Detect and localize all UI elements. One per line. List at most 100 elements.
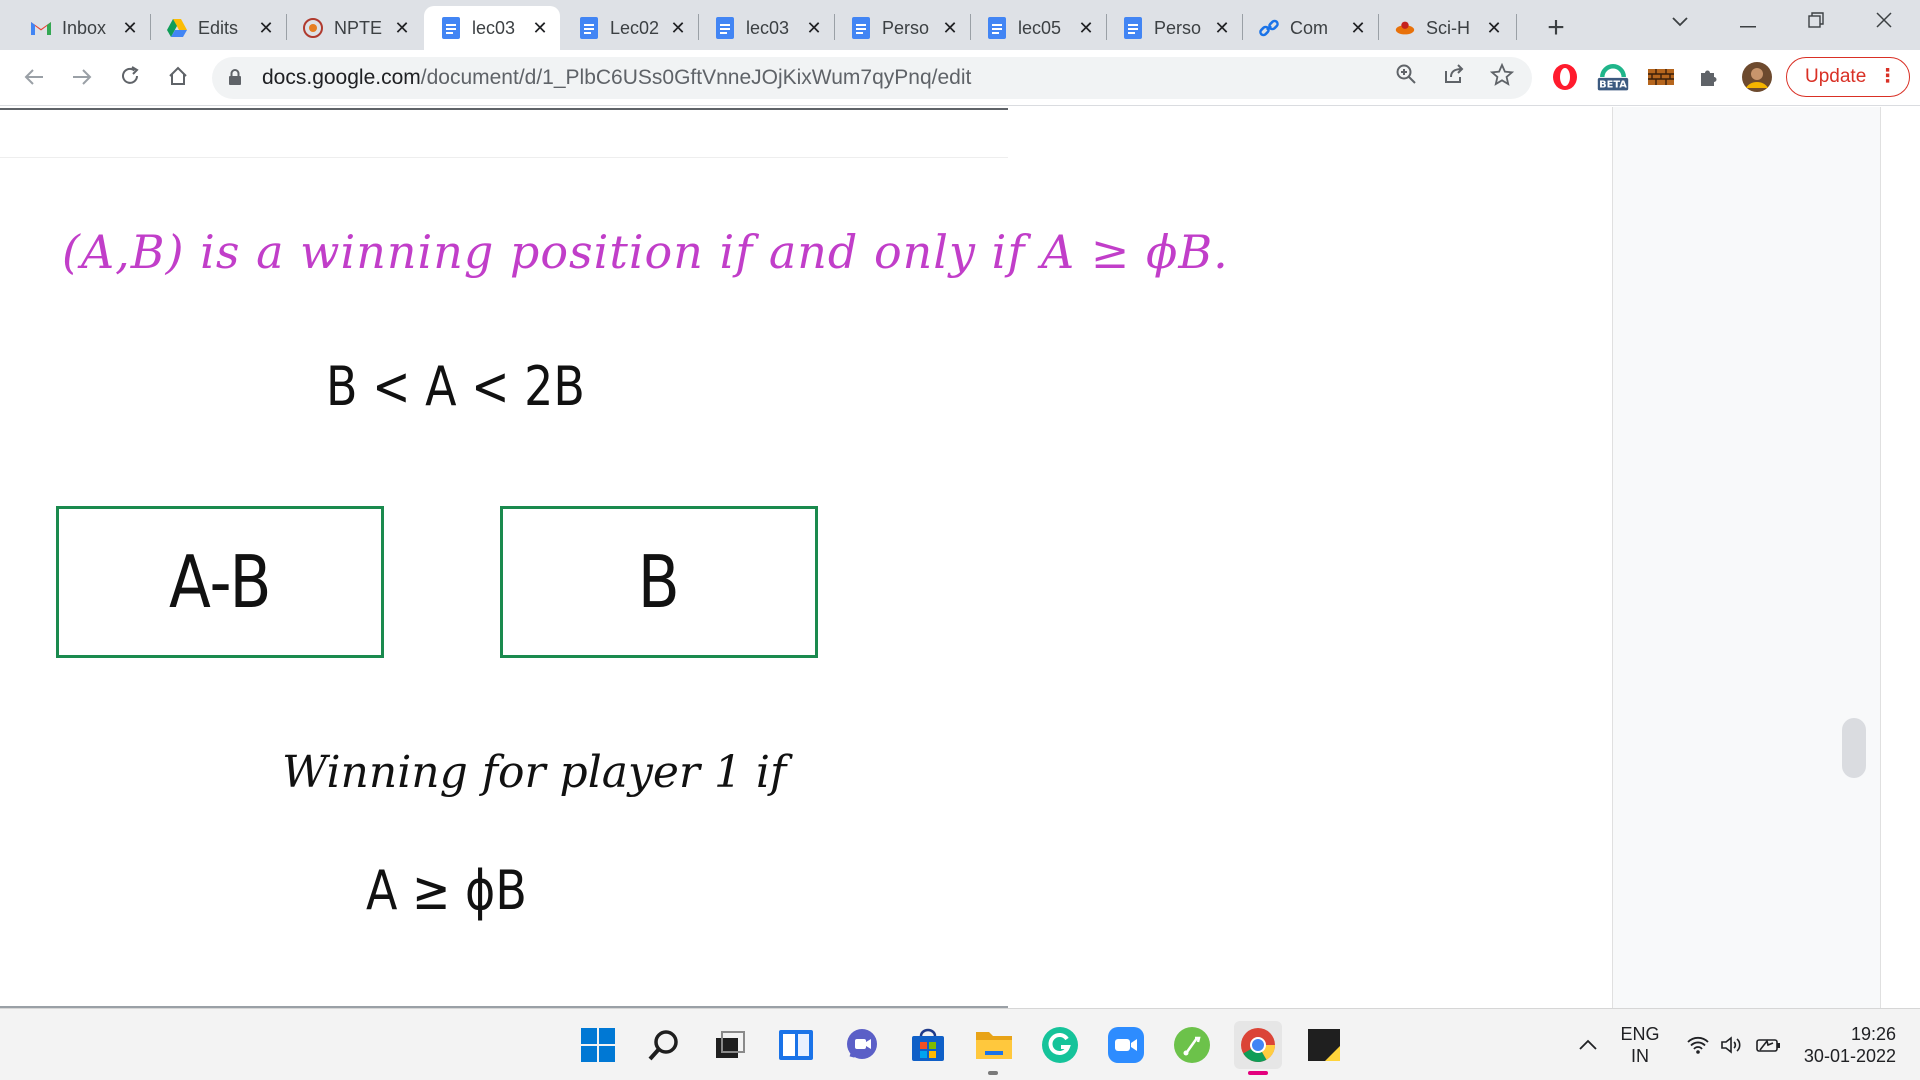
close-icon	[1876, 12, 1892, 28]
tab-lec03-active[interactable]: lec03 ✕	[424, 6, 560, 50]
winning-condition: A ≥ ϕB	[366, 859, 527, 922]
tab-npte[interactable]: NPTE ✕	[286, 6, 422, 50]
reload-icon	[122, 66, 139, 84]
box-label-a-minus-b: A-B	[168, 540, 272, 624]
tab-title: Com	[1290, 17, 1329, 38]
forward-button[interactable]	[62, 58, 102, 98]
reload-button[interactable]	[110, 58, 150, 98]
lock-icon	[229, 69, 241, 85]
pile-box-b: B	[500, 506, 818, 658]
windows-taskbar: ENG IN 19:26 30-01-2022	[0, 1008, 1920, 1080]
zoom-icon[interactable]	[1106, 1025, 1146, 1065]
tab-com[interactable]: Com ✕	[1242, 6, 1378, 50]
task-view-icon[interactable]	[710, 1025, 750, 1065]
address-bar[interactable]: docs.google.com/document/d/1_PlbC6USs0Gf…	[212, 57, 1532, 99]
close-icon[interactable]: ✕	[1076, 18, 1096, 39]
restore-button[interactable]	[1782, 0, 1850, 44]
extensions-button[interactable]	[1692, 60, 1726, 94]
search-icon[interactable]	[644, 1025, 684, 1065]
url-text[interactable]: docs.google.com/document/d/1_PlbC6USs0Gf…	[262, 57, 971, 99]
scrollbar-thumb[interactable]	[1842, 718, 1866, 778]
new-tab-button[interactable]: +	[1536, 8, 1576, 48]
theorem-statement: (A,B) is a winning position if and only …	[62, 225, 1229, 279]
document-canvas[interactable]: (A,B) is a winning position if and only …	[0, 107, 1612, 1008]
tab-title: lec05	[1018, 17, 1062, 38]
widgets-icon[interactable]	[776, 1025, 816, 1065]
volume-icon[interactable]	[1716, 1009, 1748, 1080]
show-hidden-icons-button[interactable]	[1574, 1009, 1602, 1080]
puzzle-icon	[1701, 70, 1717, 86]
bookmark-star-button[interactable]	[1486, 62, 1518, 93]
google-docs-icon	[714, 17, 736, 39]
inequality-text: B < A < 2B	[326, 355, 585, 418]
nptel-icon	[302, 17, 324, 39]
share-icon	[1445, 64, 1464, 83]
minimize-button[interactable]	[1714, 0, 1782, 44]
tab-inbox[interactable]: Inbox ✕	[14, 6, 150, 50]
close-icon[interactable]: ✕	[120, 18, 140, 39]
tab-title: Sci-H	[1426, 17, 1470, 38]
zoom-button[interactable]	[1390, 63, 1422, 93]
beta-extension-icon: BETA	[1597, 64, 1629, 91]
close-icon[interactable]: ✕	[1484, 18, 1504, 39]
scrollbar-track[interactable]	[1880, 107, 1920, 1008]
close-icon[interactable]: ✕	[392, 18, 412, 39]
close-icon[interactable]: ✕	[1212, 18, 1232, 39]
close-icon[interactable]: ✕	[940, 18, 960, 39]
language-indicator[interactable]: ENG IN	[1618, 1023, 1662, 1067]
tab-perso[interactable]: Perso ✕	[834, 6, 970, 50]
url-path: /document/d/1_PlbC6USs0GftVnneJOjKixWum7…	[420, 66, 972, 89]
zoom-icon	[1396, 64, 1416, 84]
brick-extension-button[interactable]	[1644, 60, 1678, 94]
teams-chat-icon[interactable]	[842, 1025, 882, 1065]
microsoft-store-icon[interactable]	[908, 1025, 948, 1065]
sticky-notes-icon[interactable]	[1304, 1025, 1344, 1065]
beta-extension-button[interactable]: BETA	[1596, 60, 1630, 94]
back-button[interactable]	[14, 58, 54, 98]
tab-search-button[interactable]	[1646, 0, 1714, 44]
tab-sci-hub[interactable]: Sci-H ✕	[1378, 6, 1514, 50]
file-explorer-icon[interactable]	[974, 1025, 1014, 1065]
pile-box-a-minus-b: A-B	[56, 506, 384, 658]
system-clock[interactable]: 19:26 30-01-2022	[1796, 1023, 1896, 1067]
home-icon	[169, 66, 187, 85]
tab-perso-b[interactable]: Perso ✕	[1106, 6, 1242, 50]
opera-extension-button[interactable]	[1548, 60, 1582, 94]
update-button[interactable]: Update ⋮	[1786, 57, 1910, 97]
running-indicator	[988, 1071, 998, 1075]
close-window-button[interactable]	[1850, 0, 1918, 44]
home-button[interactable]	[158, 58, 198, 98]
box-label-b: B	[638, 540, 680, 624]
close-icon[interactable]: ✕	[530, 18, 550, 39]
close-icon[interactable]: ✕	[1348, 18, 1368, 39]
tab-separator	[1516, 14, 1517, 40]
tab-title: Lec02	[610, 17, 660, 38]
link-icon	[1258, 17, 1280, 39]
wifi-icon[interactable]	[1682, 1009, 1714, 1080]
close-icon[interactable]: ✕	[668, 18, 688, 39]
close-icon[interactable]: ✕	[804, 18, 824, 39]
tab-strip: Inbox ✕ Edits ✕ NPTE ✕ lec03 ✕ Lec02 ✕ l…	[0, 0, 1920, 50]
grammarly-icon[interactable]	[1040, 1025, 1080, 1065]
windows-start-icon[interactable]	[578, 1025, 618, 1065]
tab-lec05[interactable]: lec05 ✕	[970, 6, 1106, 50]
profile-avatar-button[interactable]	[1740, 60, 1774, 94]
google-docs-icon	[986, 17, 1008, 39]
google-drive-icon	[166, 17, 188, 39]
tab-edits[interactable]: Edits ✕	[150, 6, 286, 50]
tab-title: Edits	[198, 17, 239, 38]
clock-time: 19:26	[1850, 1024, 1896, 1044]
feedly-icon[interactable]	[1172, 1025, 1212, 1065]
close-icon[interactable]: ✕	[256, 18, 276, 39]
chrome-icon[interactable]	[1234, 1021, 1282, 1069]
battery-icon[interactable]	[1750, 1009, 1784, 1080]
share-button[interactable]	[1438, 63, 1470, 93]
tab-lec02[interactable]: Lec02 ✕	[562, 6, 698, 50]
tab-lec03-b[interactable]: lec03 ✕	[698, 6, 834, 50]
opera-icon	[1553, 64, 1577, 90]
arrow-left-icon	[24, 69, 43, 85]
tab-title: lec03	[746, 17, 790, 38]
language-code: ENG	[1620, 1024, 1660, 1044]
side-panel	[1612, 107, 1880, 1008]
page-band-divider	[0, 157, 1008, 158]
